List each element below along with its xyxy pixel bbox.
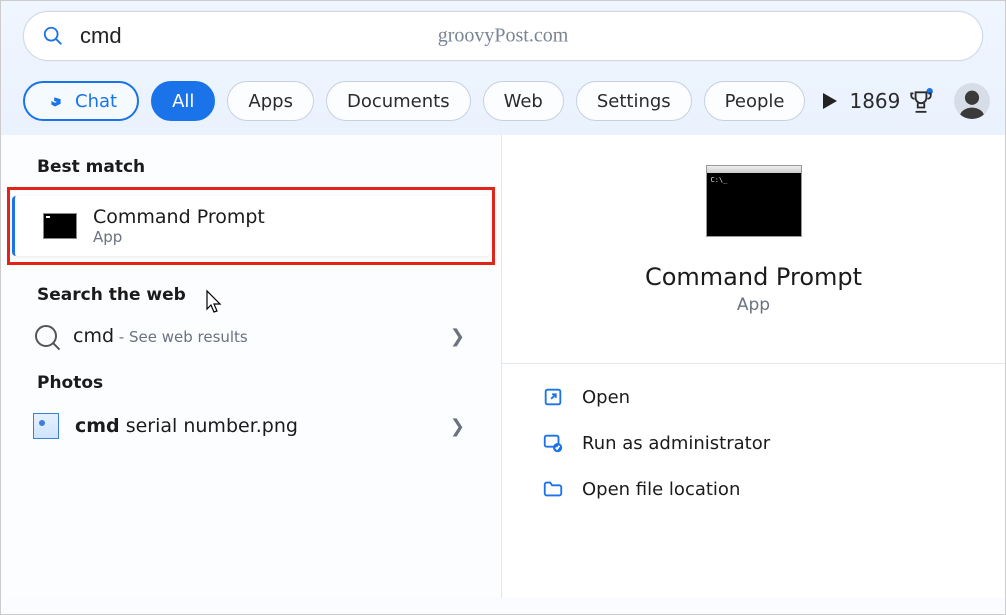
- filter-row: Chat All Apps Documents Web Settings Peo…: [23, 81, 983, 121]
- filter-web-label: Web: [504, 91, 543, 112]
- search-input[interactable]: [80, 23, 964, 49]
- web-term: cmd: [73, 325, 114, 347]
- web-hint: - See web results: [114, 328, 248, 346]
- preview-actions: Open Run as administrator Open file loca…: [502, 363, 1005, 512]
- command-prompt-icon: [43, 213, 77, 239]
- search-header: groovyPost.com Chat All Apps Documents W…: [1, 1, 1005, 135]
- results-left: Best match Command Prompt App Search the…: [1, 135, 501, 598]
- filter-all-label: All: [172, 91, 194, 112]
- result-photo-cmd[interactable]: cmd serial number.png ❯: [1, 403, 501, 449]
- result-subtitle: App: [93, 228, 454, 246]
- chevron-right-icon: ❯: [450, 326, 465, 347]
- best-match-heading: Best match: [1, 151, 501, 187]
- header-right: 1869: [849, 83, 990, 119]
- chevron-right-icon: ❯: [450, 416, 465, 437]
- photos-heading: Photos: [1, 367, 501, 403]
- search-icon: [35, 325, 57, 347]
- photo-row-text: cmd serial number.png: [75, 415, 434, 437]
- rewards-count: 1869: [849, 89, 900, 113]
- filter-all[interactable]: All: [151, 81, 215, 121]
- preview-subtitle: App: [502, 295, 1005, 315]
- bing-chat-icon: [45, 90, 67, 112]
- filter-chat[interactable]: Chat: [23, 81, 139, 121]
- trophy-icon: [908, 88, 934, 114]
- action-run-admin[interactable]: Run as administrator: [502, 420, 1005, 466]
- preview-hero: Command Prompt App: [502, 165, 1005, 315]
- open-icon: [542, 386, 564, 408]
- filter-chat-label: Chat: [75, 91, 117, 112]
- results-area: Best match Command Prompt App Search the…: [1, 135, 1005, 598]
- action-open-location[interactable]: Open file location: [502, 466, 1005, 512]
- admin-icon: [542, 432, 564, 454]
- annotation-highlight: Command Prompt App: [7, 187, 495, 265]
- avatar-person-icon: [955, 85, 989, 119]
- filter-apps[interactable]: Apps: [227, 81, 314, 121]
- filter-web[interactable]: Web: [483, 81, 564, 121]
- action-location-label: Open file location: [582, 479, 740, 500]
- filter-people-label: People: [725, 91, 785, 112]
- photo-rest: serial number.png: [120, 415, 298, 437]
- search-box[interactable]: groovyPost.com: [23, 11, 983, 61]
- result-web-cmd[interactable]: cmd - See web results ❯: [1, 315, 501, 357]
- result-command-prompt[interactable]: Command Prompt App: [12, 196, 490, 256]
- filter-apps-label: Apps: [248, 91, 293, 112]
- user-avatar[interactable]: [954, 83, 990, 119]
- preview-title: Command Prompt: [502, 263, 1005, 291]
- rewards-points[interactable]: 1869: [849, 88, 934, 114]
- search-web-heading: Search the web: [1, 279, 501, 315]
- action-admin-label: Run as administrator: [582, 433, 770, 454]
- action-open[interactable]: Open: [502, 374, 1005, 420]
- filter-settings[interactable]: Settings: [576, 81, 692, 121]
- result-text: Command Prompt App: [93, 206, 454, 246]
- image-file-icon: [33, 413, 59, 439]
- web-row-text: cmd - See web results: [73, 325, 434, 347]
- filter-documents[interactable]: Documents: [326, 81, 471, 121]
- photo-bold: cmd: [75, 415, 120, 437]
- preview-pane: Command Prompt App Open Run as administr…: [501, 135, 1005, 598]
- action-open-label: Open: [582, 387, 630, 408]
- filter-documents-label: Documents: [347, 91, 450, 112]
- result-title: Command Prompt: [93, 206, 454, 228]
- command-prompt-large-icon: [706, 165, 802, 237]
- search-icon: [42, 25, 64, 47]
- folder-icon: [542, 478, 564, 500]
- more-filters-icon[interactable]: [823, 93, 837, 109]
- filter-people[interactable]: People: [704, 81, 806, 121]
- filter-settings-label: Settings: [597, 91, 671, 112]
